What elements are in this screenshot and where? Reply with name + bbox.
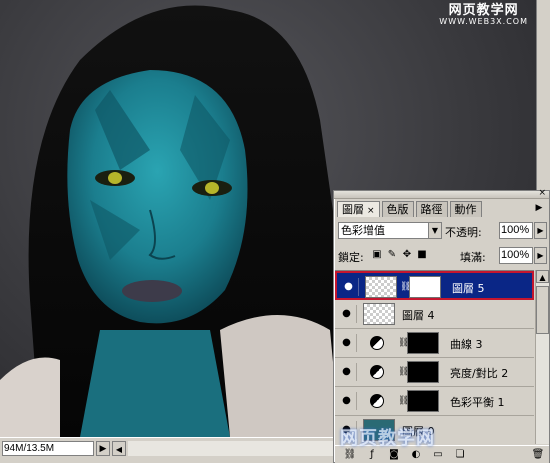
- trash-icon[interactable]: 🗑: [531, 448, 545, 462]
- lock-label: 鎖定:: [338, 251, 364, 264]
- doc-size-readout: 94M/13.5M: [2, 441, 94, 456]
- layers-scrollbar[interactable]: ▲: [535, 270, 549, 444]
- lock-paint-icon[interactable]: ✎: [386, 249, 398, 261]
- layer-row[interactable]: ● ⛓ 曲線 3: [335, 329, 534, 358]
- opacity-field[interactable]: 100%: [499, 222, 533, 239]
- mask-thumbnail[interactable]: [407, 390, 439, 412]
- chevron-down-icon: ▼: [428, 223, 441, 238]
- scroll-up-icon[interactable]: ▲: [536, 270, 549, 283]
- tab-close-icon[interactable]: ×: [367, 206, 375, 216]
- fill-slider-arrow-icon[interactable]: ▶: [534, 247, 547, 264]
- layer-name: 色彩平衡 1: [450, 396, 505, 409]
- layer-name: 亮度/對比 2: [450, 367, 509, 380]
- tab-paths[interactable]: 路徑: [415, 201, 448, 217]
- eye-icon[interactable]: ●: [337, 363, 357, 381]
- panel-menu-icon[interactable]: ▶: [533, 202, 545, 214]
- layer-thumbnail: [365, 276, 397, 298]
- watermark-title: 网页教学网: [448, 3, 519, 18]
- mask-thumbnail[interactable]: [407, 361, 439, 383]
- link-layers-icon[interactable]: ⛓: [343, 448, 357, 462]
- layer-style-icon[interactable]: ƒ: [365, 448, 379, 462]
- tab-actions[interactable]: 動作: [449, 201, 482, 217]
- layer-row[interactable]: ● ⛓ 色彩平衡 1: [335, 387, 534, 416]
- layer-row[interactable]: ● ⛓ 圖層 5: [335, 271, 534, 300]
- panel-tabs: 圖層 × 色版 路徑 動作: [337, 201, 484, 217]
- layer-name: 曲線 3: [450, 338, 483, 351]
- adjustment-layer-icon[interactable]: ◐: [409, 448, 423, 462]
- tab-layers[interactable]: 圖層 ×: [337, 201, 380, 217]
- layer-row[interactable]: ● ⛓ 亮度/對比 2: [335, 358, 534, 387]
- adjustment-icon: [370, 336, 384, 350]
- layer-thumbnail: [363, 303, 395, 325]
- fill-label: 填滿:: [460, 251, 486, 264]
- scroll-thumb[interactable]: [536, 286, 549, 334]
- layers-list: ● ⛓ 圖層 5 ● 圖層 4 ● ⛓ 曲線 3 ● ⛓ 亮度/對比 2 ● ⛓…: [335, 270, 534, 444]
- opacity-label: 不透明:: [445, 226, 482, 239]
- fill-field[interactable]: 100%: [499, 247, 533, 264]
- lock-row: 鎖定: ▣ ✎ ✥ ■ 填滿: 100% ▶: [338, 247, 548, 265]
- layer-row[interactable]: ● 圖層 4: [335, 300, 534, 329]
- watermark-bottom: 网页教学网: [340, 428, 435, 449]
- blend-row: 色彩增值 ▼ 不透明: 100% ▶: [338, 222, 548, 240]
- panel-titlebar[interactable]: ×: [334, 188, 549, 199]
- link-icon[interactable]: ⛓: [398, 394, 409, 408]
- lock-move-icon[interactable]: ✥: [401, 249, 413, 261]
- eye-icon[interactable]: ●: [339, 278, 359, 296]
- horizontal-scrollbar[interactable]: [128, 441, 334, 456]
- lock-all-icon[interactable]: ■: [416, 249, 428, 261]
- blend-mode-select[interactable]: 色彩增值 ▼: [338, 222, 442, 239]
- eye-icon[interactable]: ●: [337, 305, 357, 323]
- link-icon[interactable]: ⛓: [400, 280, 411, 294]
- panel-close-icon[interactable]: ×: [538, 188, 546, 198]
- eye-icon[interactable]: ●: [337, 392, 357, 410]
- watermark-url: WWW.WEB3X.COM: [439, 17, 528, 27]
- lock-transparency-icon[interactable]: ▣: [371, 249, 383, 261]
- scroll-left-icon[interactable]: ◀: [112, 441, 126, 456]
- tab-channels[interactable]: 色版: [381, 201, 414, 217]
- blend-mode-value: 色彩增值: [341, 224, 385, 237]
- layer-name: 圖層 5: [452, 282, 485, 295]
- eye-icon[interactable]: ●: [337, 334, 357, 352]
- link-icon[interactable]: ⛓: [398, 336, 409, 350]
- layers-panel: × 圖層 × 色版 路徑 動作 ▶ 色彩增值 ▼ 不透明: 100% ▶ 鎖定: …: [333, 188, 550, 463]
- mask-thumbnail[interactable]: [409, 276, 441, 298]
- layer-name: 圖層 4: [402, 309, 435, 322]
- opacity-slider-arrow-icon[interactable]: ▶: [534, 222, 547, 239]
- watermark-logo: 网页教学网 WWW.WEB3X.COM: [439, 3, 528, 27]
- add-mask-icon[interactable]: ◙: [387, 448, 401, 462]
- status-menu-arrow-icon[interactable]: ▶: [96, 441, 110, 456]
- link-icon[interactable]: ⛓: [398, 365, 409, 379]
- tab-layers-label: 圖層: [342, 203, 364, 216]
- adjustment-icon: [370, 365, 384, 379]
- new-layer-icon[interactable]: ❏: [453, 448, 467, 462]
- adjustment-icon: [370, 394, 384, 408]
- new-group-icon[interactable]: ▭: [431, 448, 445, 462]
- mask-thumbnail[interactable]: [407, 332, 439, 354]
